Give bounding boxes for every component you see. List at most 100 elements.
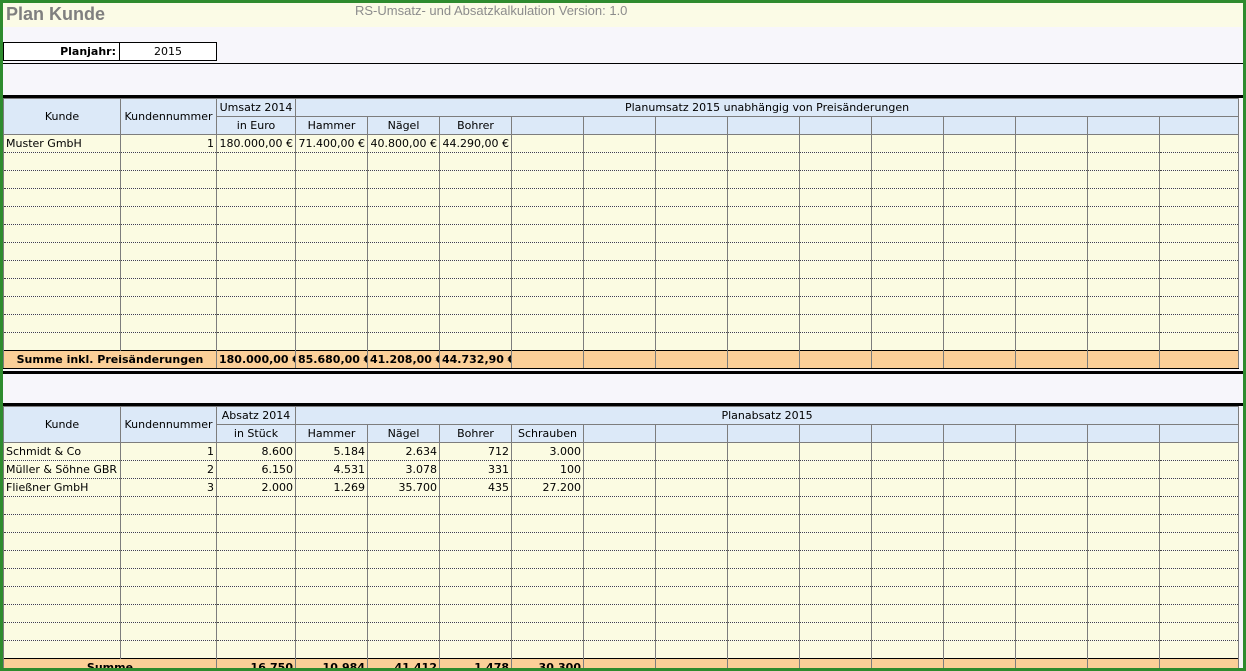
cell-product-value[interactable] (583, 314, 656, 333)
cell-kundennummer[interactable] (120, 568, 217, 587)
cell-product-value[interactable] (367, 314, 440, 333)
cell-kunde[interactable] (3, 314, 121, 333)
cell-product-value[interactable] (1087, 550, 1160, 569)
cell-product-value[interactable] (583, 188, 656, 207)
cell-product-value[interactable] (1015, 586, 1088, 605)
cell-product-value[interactable] (367, 332, 440, 351)
cell-kundennummer[interactable] (120, 296, 217, 315)
cell-product-value[interactable] (1158, 314, 1240, 333)
total-product-value[interactable] (655, 658, 728, 668)
cell-product-value[interactable] (943, 604, 1016, 623)
cell-product-value[interactable]: 1.269 (295, 478, 368, 497)
cell-product-value[interactable] (1158, 224, 1240, 243)
cell-prev-year[interactable] (216, 296, 296, 315)
cell-product-value[interactable] (727, 532, 800, 551)
total-product-value[interactable] (511, 350, 584, 369)
cell-product-value[interactable] (727, 568, 800, 587)
cell-product-value[interactable] (439, 532, 512, 551)
cell-prev-year[interactable] (216, 550, 296, 569)
cell-product-value[interactable] (727, 206, 800, 225)
cell-product-value[interactable] (295, 622, 368, 641)
cell-product-value[interactable] (799, 224, 872, 243)
cell-product-value[interactable] (943, 568, 1016, 587)
cell-product-value[interactable] (583, 460, 656, 479)
total-product-value[interactable] (1087, 350, 1160, 369)
cell-product-value[interactable] (367, 586, 440, 605)
total-product-value[interactable] (583, 658, 656, 668)
cell-product-value[interactable] (655, 332, 728, 351)
cell-product-value[interactable] (655, 188, 728, 207)
cell-product-value[interactable] (871, 206, 944, 225)
cell-kunde[interactable] (3, 586, 121, 605)
cell-product-value[interactable] (1015, 206, 1088, 225)
cell-product-value[interactable] (1015, 314, 1088, 333)
cell-product-value[interactable] (295, 586, 368, 605)
cell-product-value[interactable] (799, 550, 872, 569)
cell-product-value[interactable] (943, 532, 1016, 551)
cell-product-value[interactable] (367, 242, 440, 261)
cell-product-value[interactable] (1158, 622, 1240, 641)
cell-product-value[interactable] (583, 260, 656, 279)
cell-product-value[interactable] (511, 586, 584, 605)
cell-product-value[interactable] (727, 242, 800, 261)
cell-product-value[interactable] (439, 640, 512, 659)
cell-kunde[interactable]: Schmidt & Co (3, 442, 121, 461)
cell-kunde[interactable]: Müller & Söhne GBR (3, 460, 121, 479)
cell-product-value[interactable] (655, 296, 728, 315)
cell-product-value[interactable] (511, 332, 584, 351)
cell-product-value[interactable]: 100 (511, 460, 584, 479)
cell-kundennummer[interactable] (120, 514, 217, 533)
cell-product-value[interactable] (1015, 152, 1088, 171)
cell-product-value[interactable] (1015, 134, 1088, 153)
cell-kunde[interactable] (3, 622, 121, 641)
cell-product-value[interactable] (511, 514, 584, 533)
cell-product-value[interactable] (1015, 260, 1088, 279)
cell-product-value[interactable] (439, 568, 512, 587)
cell-product-value[interactable] (799, 460, 872, 479)
cell-product-value[interactable]: 27.200 (511, 478, 584, 497)
cell-product-value[interactable] (1087, 314, 1160, 333)
cell-kunde[interactable] (3, 332, 121, 351)
cell-prev-year[interactable]: 6.150 (216, 460, 296, 479)
cell-kundennummer[interactable] (120, 206, 217, 225)
cell-product-value[interactable] (439, 496, 512, 515)
cell-product-value[interactable] (943, 514, 1016, 533)
cell-product-value[interactable] (943, 278, 1016, 297)
cell-product-value[interactable]: 2.634 (367, 442, 440, 461)
cell-prev-year[interactable] (216, 314, 296, 333)
cell-kundennummer[interactable] (120, 586, 217, 605)
cell-kunde[interactable] (3, 206, 121, 225)
cell-prev-year[interactable] (216, 640, 296, 659)
cell-product-value[interactable] (1158, 532, 1240, 551)
cell-product-value[interactable] (655, 206, 728, 225)
cell-prev-year[interactable]: 2.000 (216, 478, 296, 497)
cell-product-value[interactable] (943, 206, 1016, 225)
cell-prev-year[interactable] (216, 188, 296, 207)
cell-product-value[interactable] (655, 622, 728, 641)
cell-product-value[interactable] (943, 296, 1016, 315)
cell-product-value[interactable] (295, 514, 368, 533)
cell-product-value[interactable] (583, 550, 656, 569)
cell-product-value[interactable] (1158, 242, 1240, 261)
cell-product-value[interactable] (727, 314, 800, 333)
cell-product-value[interactable] (943, 442, 1016, 461)
cell-product-value[interactable] (1087, 622, 1160, 641)
cell-product-value[interactable] (1158, 260, 1240, 279)
cell-product-value[interactable] (295, 332, 368, 351)
cell-product-value[interactable] (943, 170, 1016, 189)
total-product-value[interactable] (583, 350, 656, 369)
total-product-value[interactable] (1087, 658, 1160, 668)
cell-product-value[interactable] (1087, 134, 1160, 153)
total-product-value[interactable] (943, 658, 1016, 668)
cell-product-value[interactable] (871, 332, 944, 351)
cell-product-value[interactable] (583, 296, 656, 315)
cell-kunde[interactable] (3, 242, 121, 261)
cell-product-value[interactable] (1158, 604, 1240, 623)
cell-product-value[interactable] (511, 170, 584, 189)
cell-product-value[interactable] (871, 442, 944, 461)
cell-kunde[interactable] (3, 170, 121, 189)
cell-product-value[interactable] (943, 640, 1016, 659)
cell-product-value[interactable] (583, 640, 656, 659)
cell-product-value[interactable] (727, 496, 800, 515)
cell-product-value[interactable] (655, 242, 728, 261)
